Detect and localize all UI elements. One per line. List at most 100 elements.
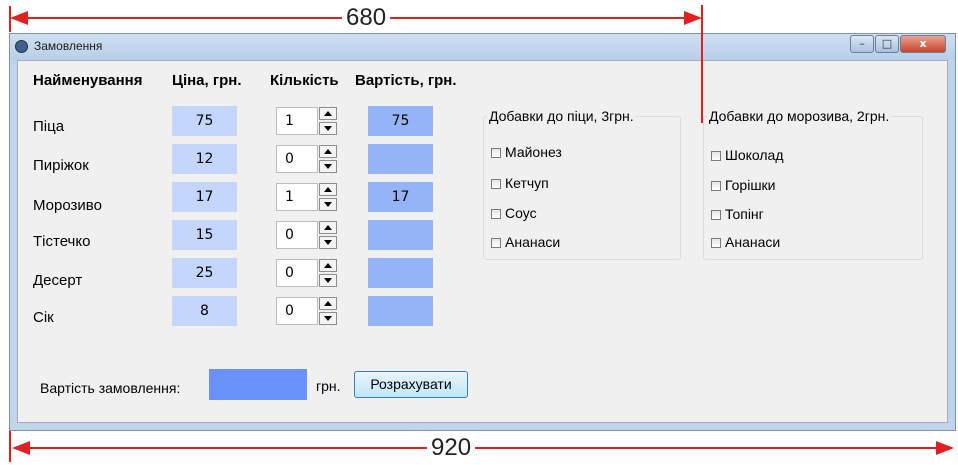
checkbox-label: Ананаси — [505, 234, 561, 250]
arrow-down-icon — [324, 240, 332, 245]
checkbox-mayonnaise[interactable]: Майонез — [491, 144, 562, 160]
checkbox-label: Шоколад — [725, 147, 784, 163]
checkbox-chocolate[interactable]: Шоколад — [711, 147, 784, 163]
checkbox-pineapple-pizza[interactable]: Ананаси — [491, 234, 560, 250]
arrow-down-icon — [324, 202, 332, 207]
qty-spinner-icecream — [319, 183, 337, 211]
qty-input-juice[interactable]: 0 — [276, 297, 318, 325]
cost-field-dessert — [368, 258, 433, 288]
minimize-button[interactable]: – — [850, 35, 874, 53]
checkbox-icon[interactable] — [491, 209, 501, 219]
spin-down-button[interactable] — [319, 160, 337, 173]
item-label-pie: Пиріжок — [33, 157, 89, 174]
cost-field-pizza: 75 — [368, 106, 433, 136]
price-field-icecream: 17 — [172, 182, 237, 212]
price-field-cake: 15 — [172, 220, 237, 250]
arrow-up-icon — [324, 149, 332, 154]
icecream-addons-title: Добавки до морозива, 2грн. — [707, 108, 892, 124]
header-cost: Вартість, грн. — [355, 72, 457, 89]
arrow-down-icon — [324, 126, 332, 131]
checkbox-label: Майонез — [505, 144, 562, 160]
arrow-up-icon — [324, 225, 332, 230]
arrow-up-icon — [324, 111, 332, 116]
top-dimension-label: 680 — [342, 5, 391, 31]
cost-field-juice — [368, 296, 433, 326]
cost-field-cake — [368, 220, 433, 250]
checkbox-icon[interactable] — [711, 181, 721, 191]
price-field-dessert: 25 — [172, 258, 237, 288]
checkbox-label: Ананаси — [725, 234, 781, 250]
item-label-juice: Сік — [33, 309, 54, 326]
qty-input-icecream[interactable]: 1 — [276, 183, 318, 211]
top-dimension-tick-left — [9, 6, 11, 32]
spin-down-button[interactable] — [319, 312, 337, 325]
spin-up-button[interactable] — [319, 145, 337, 158]
price-field-juice: 8 — [172, 296, 237, 326]
price-field-pie: 12 — [172, 144, 237, 174]
spin-down-button[interactable] — [319, 122, 337, 135]
qty-spinner-juice — [319, 297, 337, 325]
maximize-button[interactable]: □ — [875, 35, 899, 53]
item-label-cake: Тістечко — [33, 233, 91, 250]
arrow-up-icon — [324, 301, 332, 306]
qty-spinner-pizza — [319, 107, 337, 135]
price-field-pizza: 75 — [172, 106, 237, 136]
bottom-dimension-line — [28, 447, 938, 449]
qty-spinner-cake — [319, 221, 337, 249]
arrow-down-icon — [324, 316, 332, 321]
checkbox-label: Горішки — [725, 177, 776, 193]
qty-spinner-dessert — [319, 259, 337, 287]
checkbox-ketchup[interactable]: Кетчуп — [491, 175, 549, 191]
top-dimension-right-arrow — [684, 11, 702, 25]
checkbox-icon[interactable] — [491, 238, 501, 248]
checkbox-icon[interactable] — [711, 210, 721, 220]
item-label-icecream: Морозиво — [33, 197, 102, 214]
calculate-button[interactable]: Розрахувати — [354, 371, 468, 398]
total-label: Вартість замовлення: — [40, 380, 181, 396]
cost-field-pie — [368, 144, 433, 174]
header-qty: Кількість — [270, 72, 339, 89]
item-label-dessert: Десерт — [33, 272, 83, 289]
checkbox-label: Соус — [505, 205, 537, 221]
checkbox-sauce[interactable]: Соус — [491, 205, 537, 221]
checkbox-icon[interactable] — [491, 148, 501, 158]
spin-up-button[interactable] — [319, 259, 337, 272]
arrow-up-icon — [324, 263, 332, 268]
app-icon — [15, 40, 28, 53]
bottom-dimension-right-arrow — [936, 441, 954, 455]
header-price: Ціна, грн. — [172, 72, 242, 89]
spin-up-button[interactable] — [319, 183, 337, 196]
arrow-down-icon — [324, 278, 332, 283]
checkbox-icon[interactable] — [491, 179, 501, 189]
qty-input-pizza[interactable]: 1 — [276, 107, 318, 135]
checkbox-nuts[interactable]: Горішки — [711, 177, 776, 193]
spin-down-button[interactable] — [319, 274, 337, 287]
header-name: Найменування — [33, 72, 143, 89]
spin-up-button[interactable] — [319, 107, 337, 120]
checkbox-label: Кетчуп — [505, 175, 549, 191]
cost-field-icecream: 17 — [368, 182, 433, 212]
top-dimension-tick-right — [701, 5, 703, 123]
qty-input-cake[interactable]: 0 — [276, 221, 318, 249]
pizza-addons-title: Добавки до піци, 3грн. — [487, 108, 636, 124]
spin-down-button[interactable] — [319, 236, 337, 249]
currency-label: грн. — [316, 378, 341, 394]
checkbox-label: Топінг — [725, 206, 764, 222]
qty-spinner-pie — [319, 145, 337, 173]
title-bar[interactable]: Замовлення – □ x — [10, 34, 955, 60]
checkbox-icon[interactable] — [711, 151, 721, 161]
close-button[interactable]: x — [900, 35, 946, 53]
item-label-pizza: Піца — [33, 118, 65, 135]
spin-up-button[interactable] — [319, 297, 337, 310]
checkbox-pineapple-icecream[interactable]: Ананаси — [711, 234, 780, 250]
spin-up-button[interactable] — [319, 221, 337, 234]
bottom-dimension-label: 920 — [427, 435, 476, 461]
arrow-down-icon — [324, 164, 332, 169]
qty-input-dessert[interactable]: 0 — [276, 259, 318, 287]
total-field — [209, 369, 307, 400]
spin-down-button[interactable] — [319, 198, 337, 211]
checkbox-icon[interactable] — [711, 238, 721, 248]
qty-input-pie[interactable]: 0 — [276, 145, 318, 173]
checkbox-topping[interactable]: Топінг — [711, 206, 764, 222]
window-title: Замовлення — [34, 39, 103, 53]
